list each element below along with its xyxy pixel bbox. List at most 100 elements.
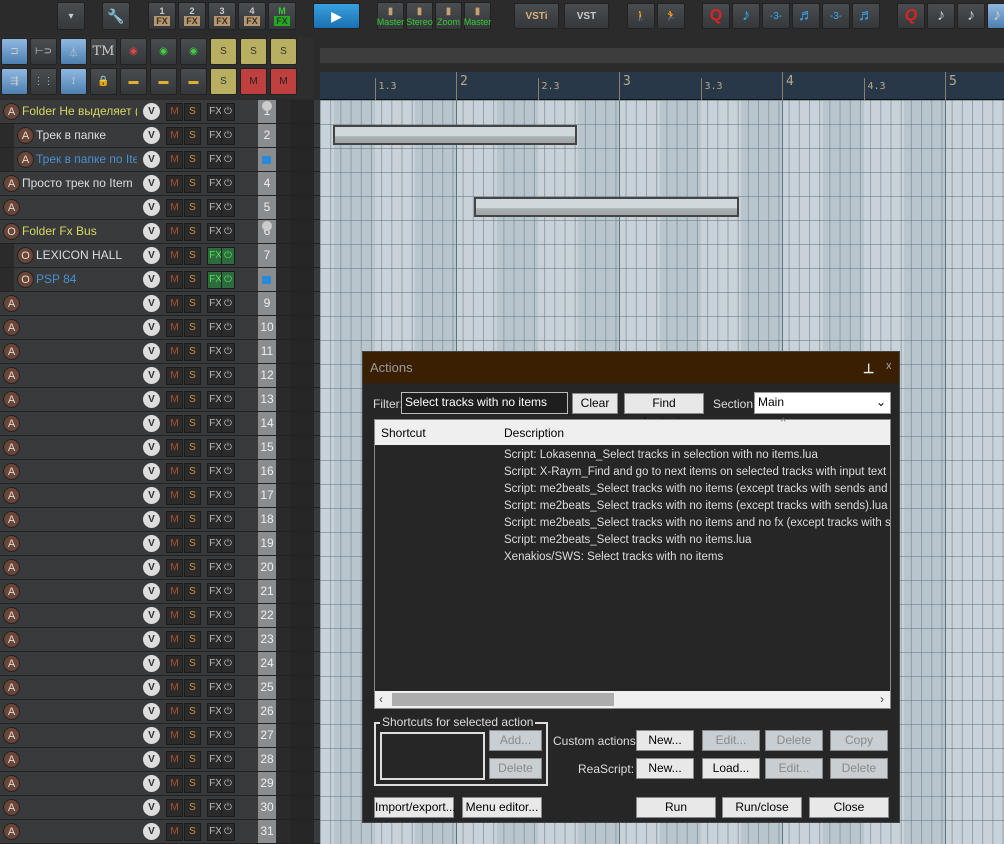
record-arm-button[interactable]: A — [3, 415, 20, 432]
fx-bypass-icon[interactable]: ⏻ — [221, 823, 235, 841]
volume-knob[interactable]: V — [143, 103, 160, 120]
solo-button[interactable]: S — [184, 391, 201, 409]
mute-button[interactable]: M — [166, 559, 183, 577]
volume-knob[interactable]: V — [143, 559, 160, 576]
solo-button[interactable]: S — [184, 103, 201, 121]
mute-button[interactable]: M — [166, 319, 183, 337]
fx-bypass-icon[interactable]: ⏻ — [221, 127, 235, 145]
solo-button[interactable]: S — [184, 271, 201, 289]
record-arm-button[interactable]: A — [17, 127, 34, 144]
run-button[interactable]: Run — [636, 797, 716, 818]
close-icon[interactable]: x — [886, 360, 892, 372]
scroll-right-icon[interactable]: › — [880, 692, 884, 706]
scroll-left-icon[interactable]: ‹ — [379, 692, 383, 706]
record-arm-button[interactable]: A — [3, 175, 20, 192]
fx-bypass-icon[interactable]: ⏻ — [221, 439, 235, 457]
mute-button[interactable]: M — [166, 151, 183, 169]
track-row[interactable]: A V M S FX ⏻ 19 — [0, 532, 320, 556]
fx-bypass-icon[interactable]: ⏻ — [221, 151, 235, 169]
track-row[interactable]: O LEXICON HALL V M S FX ⏻ 7 — [0, 244, 320, 268]
volume-knob[interactable]: V — [143, 415, 160, 432]
scrollbar-thumb[interactable] — [392, 693, 614, 706]
mute-button[interactable]: M — [166, 271, 183, 289]
folder-collapse-icon[interactable]: ▬ — [180, 68, 207, 95]
custom-copy-button[interactable]: Copy — [830, 730, 888, 751]
action-row[interactable]: Script: Lokasenna_Select tracks in selec… — [504, 449, 890, 461]
mute-button[interactable]: M — [166, 775, 183, 793]
folder-nested-icon[interactable]: ▬ — [150, 68, 177, 95]
note-grid-icon[interactable]: ♪ — [927, 3, 955, 29]
track-row[interactable]: A V M S FX ⏻ 13 — [0, 388, 320, 412]
record-arm-button[interactable]: A — [3, 391, 20, 408]
track-row[interactable]: A V M S FX ⏻ 21 — [0, 580, 320, 604]
track-row[interactable]: A V M S FX ⏻ 23 — [0, 628, 320, 652]
mute-button[interactable]: M — [166, 535, 183, 553]
track-row[interactable]: A V M S FX ⏻ 10 — [0, 316, 320, 340]
solo-button[interactable]: S — [184, 751, 201, 769]
mute-button[interactable]: M — [166, 511, 183, 529]
mute-button[interactable]: M — [166, 295, 183, 313]
fx-bypass-icon[interactable]: ⏻ — [221, 775, 235, 793]
note-triplet-grid-icon[interactable]: ♪ — [957, 3, 985, 29]
fx-bypass-icon[interactable]: ⏻ — [221, 799, 235, 817]
solo-button[interactable]: S — [184, 799, 201, 817]
track-row[interactable]: A V M S FX ⏻ 18 — [0, 508, 320, 532]
fx-bypass-icon[interactable]: ⏻ — [221, 391, 235, 409]
solo-button[interactable]: S — [184, 511, 201, 529]
track-name[interactable]: LEXICON HALL — [36, 248, 137, 262]
track-row[interactable]: A V M S FX ⏻ 28 — [0, 748, 320, 772]
volume-knob[interactable]: V — [143, 223, 160, 240]
record-arm-button[interactable]: A — [3, 511, 20, 528]
volume-knob[interactable]: V — [143, 775, 160, 792]
volume-knob[interactable]: V — [143, 319, 160, 336]
track-row[interactable]: A V M S FX ⏻ 30 — [0, 796, 320, 820]
record-arm-button[interactable]: A — [3, 367, 20, 384]
solo-d-icon[interactable]: S — [210, 68, 237, 95]
metronome-icon[interactable]: ⏃ — [60, 38, 87, 65]
fx-bypass-icon[interactable]: ⏻ — [221, 559, 235, 577]
record-arm-button[interactable]: A — [3, 655, 20, 672]
mute-button[interactable]: M — [166, 415, 183, 433]
quantize-icon[interactable]: Q — [702, 3, 730, 29]
track-row[interactable]: A V M S FX ⏻ 31 — [0, 820, 320, 844]
track-row[interactable]: O PSP 84 V M S FX ⏻ — [0, 268, 320, 292]
track-row[interactable]: A Трек в папке V M S FX ⏻ 2 — [0, 124, 320, 148]
fx-bypass-icon[interactable]: ⏻ — [221, 727, 235, 745]
shortcuts-listbox[interactable] — [380, 732, 485, 780]
solo-button[interactable]: S — [184, 223, 201, 241]
track-row[interactable]: A V M S FX ⏻ 26 — [0, 700, 320, 724]
record-arm-button[interactable]: A — [3, 607, 20, 624]
mute-button[interactable]: M — [166, 703, 183, 721]
fx-bypass-icon[interactable]: ⏻ — [221, 679, 235, 697]
track-row[interactable]: A V M S FX ⏻ 16 — [0, 460, 320, 484]
record-arm-button[interactable]: A — [3, 103, 20, 120]
volume-knob[interactable]: V — [143, 703, 160, 720]
show-eye-multi-icon[interactable]: ◉ — [180, 38, 207, 65]
clear-button[interactable]: Clear — [572, 393, 618, 414]
custom-new-button[interactable]: New... — [636, 730, 694, 751]
track-row[interactable]: A V M S FX ⏻ 15 — [0, 436, 320, 460]
fx-bypass-icon[interactable]: ⏻ — [221, 199, 235, 217]
fx-bypass-icon[interactable]: ⏻ — [221, 463, 235, 481]
track-row[interactable]: A V M S FX ⏻ 20 — [0, 556, 320, 580]
record-arm-button[interactable]: A — [3, 319, 20, 336]
fx-bypass-icon[interactable]: ⏻ — [221, 415, 235, 433]
run-close-button[interactable]: Run/close — [722, 797, 802, 818]
record-arm-button[interactable]: A — [3, 631, 20, 648]
solo-button[interactable]: S — [184, 343, 201, 361]
track-name[interactable]: Трек в папке по Item — [36, 152, 137, 166]
record-arm-button[interactable]: A — [3, 679, 20, 696]
record-arm-button[interactable]: A — [3, 559, 20, 576]
volume-knob[interactable]: V — [143, 175, 160, 192]
mute-button[interactable]: M — [166, 127, 183, 145]
fx-bypass-icon[interactable]: ⏻ — [221, 103, 235, 121]
fx-chain-button-3[interactable]: 3 FX — [208, 2, 236, 30]
mixer-button-0[interactable]: ▮ Master — [377, 2, 404, 30]
fx-bypass-icon[interactable]: ⏻ — [221, 343, 235, 361]
track-row[interactable]: A V M S FX ⏻ 22 — [0, 604, 320, 628]
snap-magnet-icon[interactable]: ⊢⊃ — [30, 38, 57, 65]
mute-button[interactable]: M — [166, 343, 183, 361]
volume-knob[interactable]: V — [143, 727, 160, 744]
fx-bypass-icon[interactable]: ⏻ — [221, 319, 235, 337]
record-arm-button[interactable]: A — [3, 703, 20, 720]
